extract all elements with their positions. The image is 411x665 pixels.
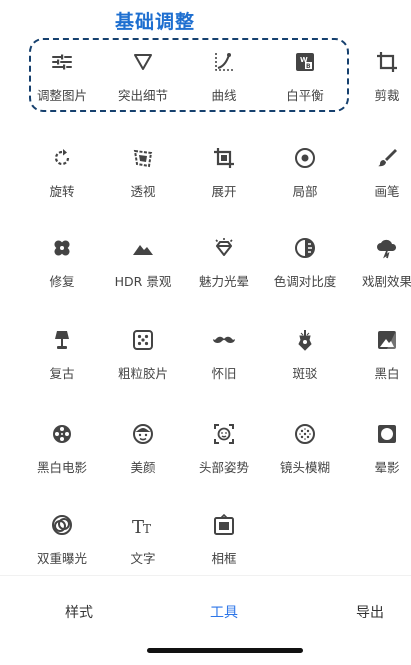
tool-grainy[interactable]: 粗粒胶片 (103, 324, 183, 394)
rotate-icon (50, 146, 74, 170)
white-balance-icon: WB (293, 50, 317, 74)
tool-brush-local[interactable]: 局部 (265, 142, 345, 212)
tool-perspective[interactable]: 透视 (103, 142, 183, 212)
tab-tools[interactable]: 工具 (174, 602, 274, 622)
tool-label: 旋转 (49, 184, 75, 199)
tool-text[interactable]: T T 文字 (103, 509, 183, 579)
bw-photo-icon (375, 328, 399, 352)
tonal-contrast-icon (293, 236, 317, 260)
curve-icon (212, 50, 236, 74)
tool-label: 复古 (49, 366, 75, 381)
tool-selective[interactable]: 突出细节 (103, 46, 183, 116)
text-icon: TT (131, 513, 155, 537)
tool-drama[interactable]: 戏剧效果 (347, 232, 411, 302)
tool-label: 调整图片 (36, 88, 87, 103)
tool-label: 相框 (211, 551, 237, 566)
svg-text:B: B (306, 63, 311, 70)
tool-label: 文字 (130, 551, 156, 566)
tool-expand[interactable]: 展开 (184, 142, 264, 212)
tool-label: 镜头模糊 (279, 460, 330, 475)
tool-grunge[interactable]: 斑驳 (265, 324, 345, 394)
tool-label: 美颜 (130, 460, 156, 475)
tool-face[interactable]: 美颜 (103, 418, 183, 488)
tool-label: 粗粒胶片 (117, 366, 168, 381)
tool-label: 剪裁 (374, 88, 400, 103)
tool-label: 修复 (49, 274, 75, 289)
tool-label: 怀旧 (211, 366, 237, 381)
tool-lensblur[interactable]: 镜头模糊 (265, 418, 345, 488)
tool-bw[interactable]: 黑白 (347, 324, 411, 394)
tool-vignette[interactable]: 晕影 (347, 418, 411, 488)
tool-tonal[interactable]: 色调对比度 (265, 232, 345, 302)
cloud-bolt-icon (375, 236, 399, 260)
frame-icon (212, 513, 236, 537)
svg-text:T: T (143, 522, 151, 536)
mountain-icon (131, 236, 155, 260)
tool-noir[interactable]: 黑白电影 (22, 418, 102, 488)
tool-healing[interactable]: 修复 (22, 232, 102, 302)
sliders-icon (50, 50, 74, 74)
tool-crop[interactable]: 剪裁 (347, 46, 411, 116)
expand-icon (212, 146, 236, 170)
home-indicator (147, 648, 303, 653)
tool-label: 斑驳 (292, 366, 318, 381)
annotation-title: 基础调整 (115, 11, 196, 33)
face-frame-icon (212, 422, 236, 446)
triangle-down-icon (131, 50, 155, 74)
tool-hdr[interactable]: HDR 景观 (103, 232, 183, 302)
tool-label: 白平衡 (286, 88, 324, 103)
tab-export[interactable]: 导出 (320, 602, 411, 622)
tool-retrolux[interactable]: 怀旧 (184, 324, 264, 394)
tool-label: 透视 (130, 184, 156, 199)
tool-label: 双重曝光 (36, 551, 87, 566)
tool-frames[interactable]: 相框 (184, 509, 264, 579)
brush-icon (375, 146, 399, 170)
tool-label: 画笔 (374, 184, 400, 199)
tool-curves[interactable]: 曲线 (184, 46, 264, 116)
dice-icon (131, 328, 155, 352)
crop-icon (375, 50, 399, 74)
tool-label: 局部 (292, 184, 318, 199)
perspective-icon (131, 146, 155, 170)
tool-double[interactable]: 双重曝光 (22, 509, 102, 579)
tool-label: 色调对比度 (273, 274, 337, 289)
vignette-icon (375, 422, 399, 446)
tool-label: 曲线 (211, 88, 237, 103)
tool-brush[interactable]: 画笔 (347, 142, 411, 212)
tool-label: 头部姿势 (198, 460, 249, 475)
tool-label: 晕影 (374, 460, 400, 475)
tool-adjust[interactable]: 调整图片 (22, 46, 102, 116)
mustache-icon (212, 328, 236, 352)
tool-glamour[interactable]: 魅力光晕 (184, 232, 264, 302)
target-icon (293, 146, 317, 170)
blur-icon (293, 422, 317, 446)
tool-label: 戏剧效果 (361, 274, 411, 289)
double-circle-icon (50, 513, 74, 537)
tool-label: 展开 (211, 184, 237, 199)
tab-styles[interactable]: 样式 (29, 602, 129, 622)
tool-label: 魅力光晕 (198, 274, 249, 289)
film-reel-icon (50, 422, 74, 446)
tool-headpose[interactable]: 头部姿势 (184, 418, 264, 488)
guitar-icon (293, 328, 317, 352)
face-icon (131, 422, 155, 446)
bandage-icon (50, 236, 74, 260)
tool-label: HDR 景观 (114, 274, 172, 289)
lamp-icon (50, 328, 74, 352)
tool-label: 黑白电影 (36, 460, 87, 475)
tool-wb[interactable]: W B 白平衡 (265, 46, 345, 116)
tool-label: 黑白 (374, 366, 400, 381)
tool-rotate[interactable]: 旋转 (22, 142, 102, 212)
tool-vintage[interactable]: 复古 (22, 324, 102, 394)
diamond-icon (212, 236, 236, 260)
tool-label: 突出细节 (117, 88, 168, 103)
